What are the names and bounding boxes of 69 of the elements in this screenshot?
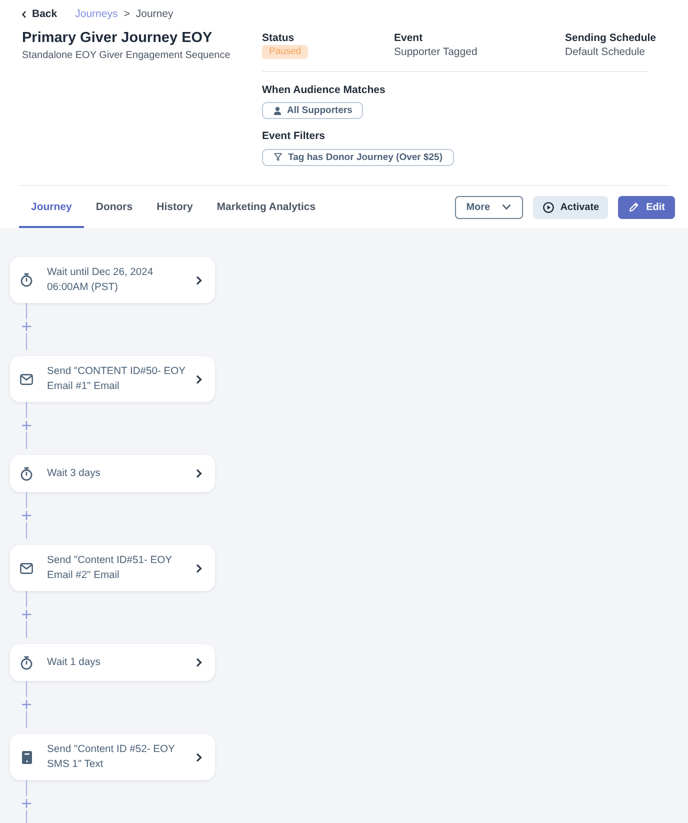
section-label: Event Filters: [262, 128, 326, 142]
step-card[interactable]: Wait 3 days: [10, 455, 215, 492]
envelope-icon: [20, 374, 33, 384]
detail-value: Supporter Tagged: [394, 45, 478, 59]
connector-line: [26, 780, 27, 796]
chevron-right-icon: [196, 658, 202, 667]
journey-title: Primary Giver Journey EOY: [22, 29, 214, 48]
stopwatch-icon: [20, 656, 33, 670]
step-card[interactable]: Wait 1 days: [10, 644, 215, 681]
connector-line: [26, 402, 27, 418]
connector-line: [26, 432, 27, 449]
stopwatch-icon: [20, 466, 33, 480]
person-icon: [274, 106, 281, 114]
add-step-button[interactable]: [21, 508, 32, 522]
back-button[interactable]: Back: [22, 7, 58, 21]
connector-line: [26, 492, 27, 508]
pencil-icon: [629, 202, 640, 212]
add-step-button[interactable]: [21, 418, 32, 432]
tab[interactable]: Donors: [84, 186, 145, 228]
filter-icon: [274, 153, 282, 161]
connector-line: [26, 522, 27, 539]
plus-icon: [22, 510, 31, 520]
connector-line: [26, 303, 27, 319]
chevron-down-icon: [502, 204, 512, 210]
breadcrumb-current: Journey: [136, 7, 174, 21]
tab[interactable]: History: [144, 186, 205, 228]
status-badge: Paused: [262, 45, 308, 59]
step-card[interactable]: Send "Content ID #52- EOY SMS 1" Text: [10, 734, 215, 780]
plus-icon: [22, 610, 31, 618]
plus-icon: [22, 798, 31, 808]
journey-subtitle: Standalone EOY Giver Engagement Sequence: [22, 49, 232, 63]
add-step-button[interactable]: [21, 319, 32, 333]
detail-value: Default Schedule: [565, 45, 645, 59]
envelope-icon: [20, 562, 33, 574]
connector-line: [26, 333, 27, 350]
phone-icon: [22, 750, 32, 764]
step-card[interactable]: Send "Content ID#51- EOY Email #2" Email: [10, 545, 215, 591]
filter-chip[interactable]: Tag has Donor Journey (Over $25): [262, 148, 454, 166]
edit-button[interactable]: Edit: [618, 196, 675, 218]
activate-button[interactable]: Activate: [533, 196, 608, 218]
plus-icon: [22, 700, 31, 708]
audience-chip[interactable]: All Supporters: [262, 102, 364, 119]
tab[interactable]: Marketing Analytics: [204, 186, 328, 228]
plus-icon: [22, 420, 31, 430]
breadcrumb-separator: >: [124, 7, 130, 21]
connector-line: [26, 591, 27, 607]
chevron-left-icon: [22, 10, 26, 18]
step-card[interactable]: Wait until Dec 26, 2024 06:00AM (PST): [10, 257, 215, 303]
stopwatch-icon: [20, 273, 33, 287]
add-step-button[interactable]: [21, 697, 32, 711]
connector-line: [26, 810, 27, 823]
section-label: When Audience Matches: [262, 83, 386, 97]
detail-label: Status: [262, 31, 294, 45]
more-dropdown-button[interactable]: More: [455, 196, 524, 218]
plus-icon: [22, 322, 31, 330]
chevron-right-icon: [196, 469, 202, 478]
connector-line: [26, 711, 27, 728]
chevron-right-icon: [196, 564, 202, 572]
add-step-button[interactable]: [21, 796, 32, 810]
step-card[interactable]: Send "CONTENT ID#50- EOY Email #1" Email: [10, 356, 215, 402]
chevron-right-icon: [196, 276, 202, 284]
play-icon: [543, 202, 554, 212]
detail-label: Event: [394, 31, 423, 45]
detail-label: Sending Schedule: [565, 31, 656, 45]
connector-line: [26, 681, 27, 697]
chevron-right-icon: [196, 374, 202, 384]
connector-line: [26, 621, 27, 638]
chevron-right-icon: [196, 752, 202, 762]
add-step-button[interactable]: [21, 607, 32, 621]
